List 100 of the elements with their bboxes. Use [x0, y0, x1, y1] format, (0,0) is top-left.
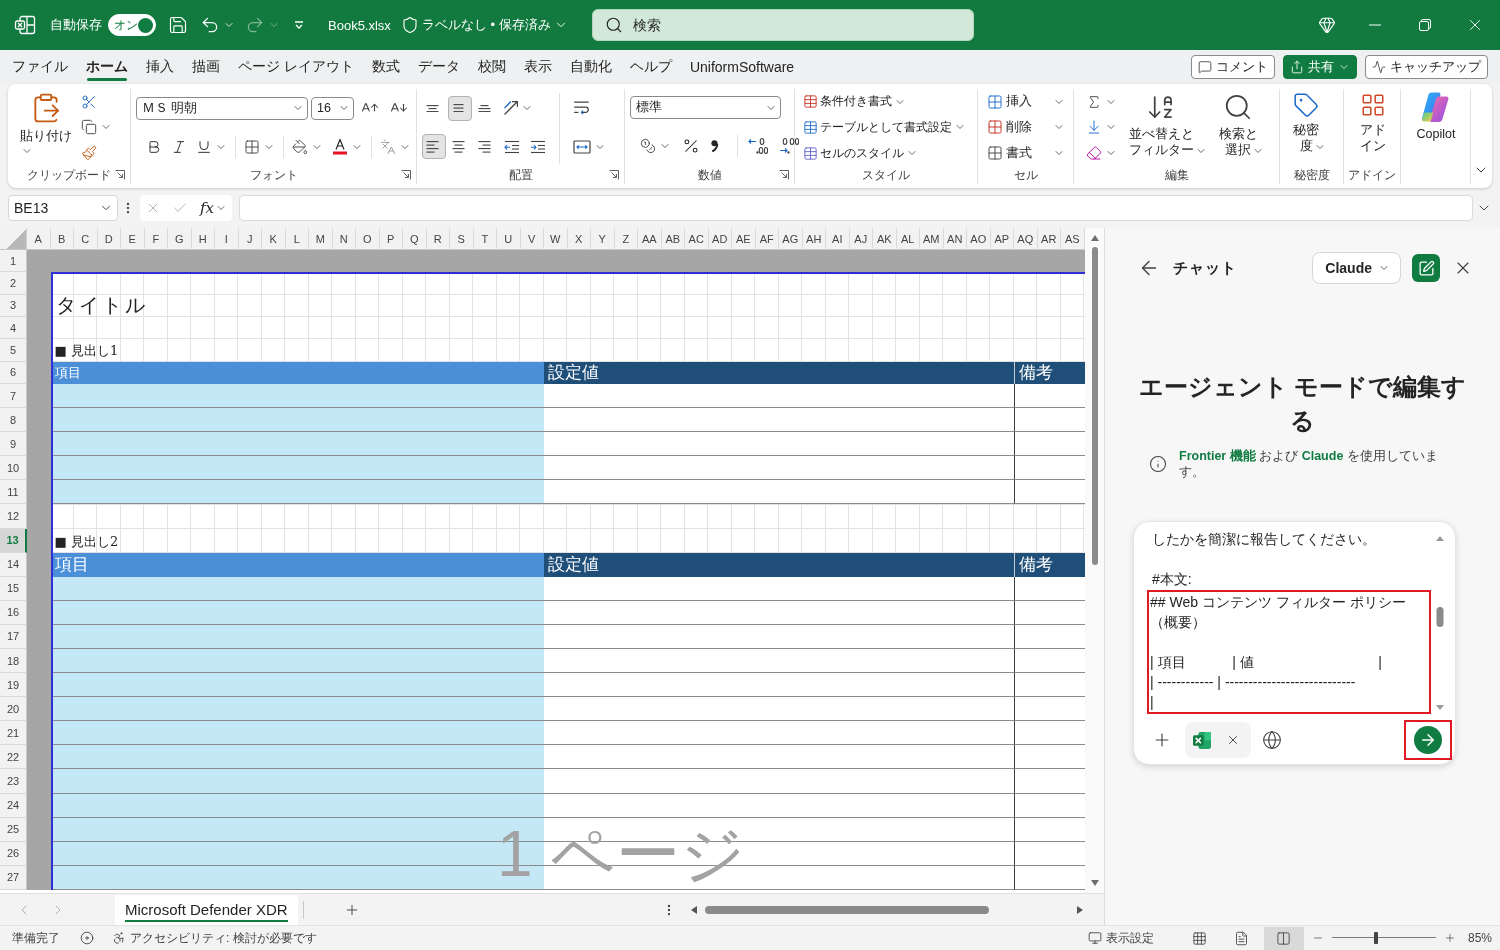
- search-input[interactable]: 検索: [630, 11, 973, 39]
- ribbon-tab[interactable]: 校閲: [468, 52, 515, 82]
- column-header[interactable]: T: [473, 228, 497, 250]
- column-header[interactable]: C: [74, 228, 98, 250]
- column-header[interactable]: AJ: [849, 228, 873, 250]
- ribbon-tab[interactable]: ホーム: [77, 52, 137, 82]
- catch-up-button[interactable]: キャッチアップ: [1365, 55, 1488, 79]
- vertical-scrollbar[interactable]: [1089, 233, 1100, 888]
- row-header[interactable]: 13: [0, 528, 27, 553]
- model-select[interactable]: Claude: [1312, 252, 1401, 284]
- row-header[interactable]: 5: [0, 339, 27, 362]
- row-header[interactable]: 12: [0, 504, 27, 529]
- column-header[interactable]: I: [215, 228, 239, 250]
- column-header[interactable]: G: [168, 228, 192, 250]
- row-header[interactable]: 11: [0, 480, 27, 505]
- insert-cells-button[interactable]: 挿入: [983, 89, 1069, 115]
- column-header[interactable]: AH: [802, 228, 826, 250]
- column-header[interactable]: S: [450, 228, 474, 250]
- file-status-button[interactable]: ラベルなし • 保存済み: [398, 10, 570, 40]
- comments-button[interactable]: コメント: [1191, 55, 1275, 79]
- row-header[interactable]: 9: [0, 432, 27, 457]
- horizontal-scrollbar[interactable]: [689, 903, 1085, 916]
- display-settings-button[interactable]: 表示設定: [1083, 926, 1158, 950]
- autosave-toggle[interactable]: オン: [108, 14, 156, 36]
- ribbon-tab[interactable]: ページ レイアウト: [229, 52, 363, 82]
- dialog-launcher-icon[interactable]: [609, 170, 619, 180]
- conditional-formatting-button[interactable]: 条件付き書式: [800, 89, 909, 115]
- sort-filter-button[interactable]: 並べ替えとフィルター: [1124, 89, 1211, 159]
- copilot-button[interactable]: Copilot: [1414, 89, 1458, 143]
- row-header[interactable]: 22: [0, 745, 27, 770]
- notice-link[interactable]: Claude: [1301, 449, 1344, 463]
- column-header[interactable]: P: [379, 228, 403, 250]
- column-header[interactable]: AD: [708, 228, 732, 250]
- column-header[interactable]: O: [356, 228, 380, 250]
- column-header[interactable]: AL: [896, 228, 920, 250]
- row-header[interactable]: 20: [0, 697, 27, 722]
- row-header[interactable]: 17: [0, 624, 27, 649]
- row-header[interactable]: 1: [0, 250, 27, 273]
- column-header[interactable]: W: [544, 228, 568, 250]
- ribbon-tab[interactable]: 描画: [183, 52, 229, 82]
- column-header[interactable]: AB: [661, 228, 685, 250]
- column-header[interactable]: AP: [990, 228, 1014, 250]
- column-header[interactable]: AQ: [1014, 228, 1038, 250]
- row-header[interactable]: 15: [0, 576, 27, 601]
- row-header[interactable]: 2: [0, 272, 27, 295]
- column-header[interactable]: E: [121, 228, 145, 250]
- send-button[interactable]: [1414, 726, 1442, 754]
- row-header[interactable]: 3: [0, 294, 27, 317]
- column-header[interactable]: Q: [403, 228, 427, 250]
- add-ins-button[interactable]: アドイン: [1354, 89, 1391, 155]
- align-left-button[interactable]: [422, 134, 446, 160]
- column-header[interactable]: AA: [638, 228, 662, 250]
- column-header[interactable]: AO: [967, 228, 991, 250]
- row-header[interactable]: 27: [0, 865, 27, 890]
- prompt-input[interactable]: したかを簡潔に報告してください。 #本文: ## Web コンテンツ フィルター ポリシー（概要） | 項目 | 値 | | ------------ | ---------------------------- |: [1147, 529, 1431, 720]
- column-header[interactable]: K: [262, 228, 286, 250]
- row-header[interactable]: 6: [0, 361, 27, 384]
- column-header[interactable]: F: [144, 228, 168, 250]
- row-header[interactable]: 24: [0, 793, 27, 818]
- new-chat-button[interactable]: [1412, 254, 1440, 282]
- column-header[interactable]: B: [50, 228, 74, 250]
- ribbon-tab[interactable]: 自動化: [560, 52, 621, 82]
- row-header[interactable]: 14: [0, 552, 27, 577]
- column-header[interactable]: R: [426, 228, 450, 250]
- column-header[interactable]: AE: [732, 228, 756, 250]
- row-header[interactable]: 16: [0, 600, 27, 625]
- column-header[interactable]: AF: [755, 228, 779, 250]
- ribbon-tab[interactable]: UniformSoftware: [680, 52, 804, 82]
- column-header[interactable]: A: [27, 228, 51, 250]
- sensitivity-button[interactable]: 秘密度: [1287, 89, 1337, 155]
- column-header[interactable]: AR: [1037, 228, 1061, 250]
- column-header[interactable]: D: [97, 228, 121, 250]
- name-box[interactable]: BE13: [8, 195, 118, 221]
- column-header[interactable]: AI: [826, 228, 850, 250]
- column-header[interactable]: AS: [1061, 228, 1085, 250]
- row-header[interactable]: 7: [0, 383, 27, 409]
- ribbon-tab[interactable]: 挿入: [137, 52, 183, 82]
- font-size-select[interactable]: 16: [311, 96, 354, 120]
- sheet-tab[interactable]: Microsoft Defender XDR: [115, 894, 298, 925]
- slider-thumb[interactable]: [1373, 932, 1378, 944]
- font-name-select[interactable]: ＭＳ 明朝: [136, 96, 308, 120]
- ribbon-tab[interactable]: データ: [408, 52, 469, 82]
- column-header[interactable]: U: [497, 228, 521, 250]
- formula-input[interactable]: [239, 195, 1473, 221]
- column-header[interactable]: AN: [943, 228, 967, 250]
- ribbon-tab[interactable]: 表示: [514, 52, 561, 82]
- column-header[interactable]: Y: [591, 228, 615, 250]
- find-select-button[interactable]: 検索と選択: [1213, 89, 1275, 159]
- search-field[interactable]: 検索: [591, 9, 974, 41]
- dialog-launcher-icon[interactable]: [401, 170, 411, 180]
- column-header[interactable]: Z: [614, 228, 638, 250]
- zoom-slider[interactable]: [1331, 931, 1436, 945]
- format-cells-button[interactable]: 書式: [983, 140, 1069, 166]
- scrollbar[interactable]: [1435, 535, 1445, 711]
- column-header[interactable]: N: [332, 228, 356, 250]
- ribbon-tab[interactable]: ファイル: [3, 52, 77, 82]
- row-header[interactable]: 8: [0, 408, 27, 433]
- number-format-select[interactable]: 標準: [630, 96, 781, 120]
- row-header[interactable]: 10: [0, 456, 27, 481]
- column-header[interactable]: AM: [920, 228, 944, 250]
